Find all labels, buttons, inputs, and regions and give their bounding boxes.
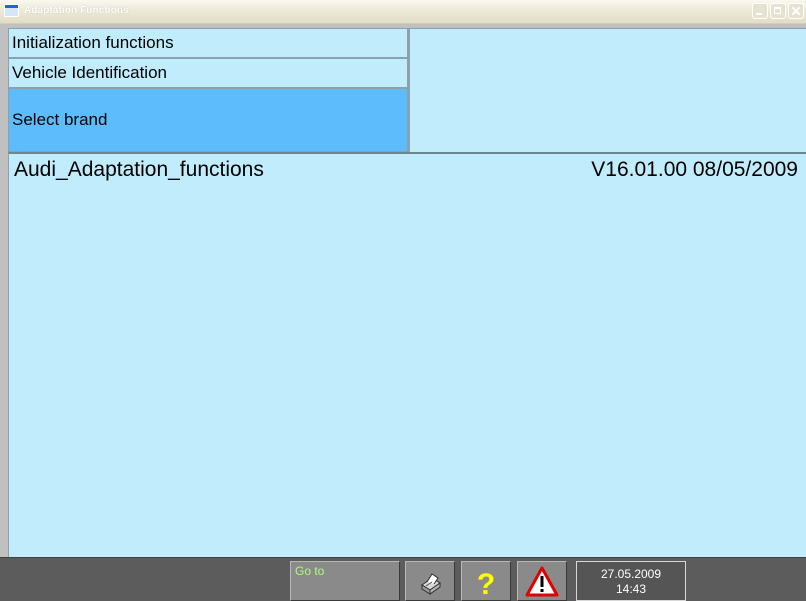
minimize-button[interactable] <box>752 3 768 19</box>
module-name[interactable]: Audi_Adaptation_functions <box>14 158 264 182</box>
title-bar[interactable]: Adaptation Functions <box>0 0 806 24</box>
close-button[interactable] <box>788 3 804 19</box>
svg-text:?: ? <box>477 568 495 600</box>
content-area: Audi_Adaptation_functions V16.01.00 08/0… <box>8 152 806 557</box>
maximize-button[interactable] <box>770 3 786 19</box>
printer-icon <box>421 573 441 595</box>
goto-label: Go to <box>295 564 325 578</box>
nav-step-vehicle-identification[interactable]: Vehicle Identification <box>8 58 408 88</box>
goto-button[interactable]: Go to <box>290 561 400 601</box>
module-version: V16.01.00 08/05/2009 <box>591 158 798 181</box>
print-button[interactable] <box>405 561 455 601</box>
question-mark-icon: ? <box>477 568 495 600</box>
warning-icon <box>525 566 559 597</box>
nav-step-initialization-functions[interactable]: Initialization functions <box>8 28 408 58</box>
date-display: 27.05.2009 <box>600 567 662 581</box>
time-display: 14:43 <box>615 582 647 596</box>
bottom-toolbar: Go to ? 27.05.2009 14:43 <box>0 557 806 601</box>
window-title: Adaptation Functions <box>24 5 129 16</box>
nav-step-select-brand[interactable]: Select brand <box>8 88 408 152</box>
help-button[interactable]: ? <box>461 561 511 601</box>
application-window: Adaptation Functions Initialization func… <box>0 0 806 601</box>
datetime-display: 27.05.2009 14:43 <box>576 561 686 601</box>
info-panel <box>408 28 806 152</box>
window-icon <box>4 4 19 17</box>
navigation-steps: Initialization functions Vehicle Identif… <box>8 28 408 152</box>
warning-button[interactable] <box>517 561 567 601</box>
